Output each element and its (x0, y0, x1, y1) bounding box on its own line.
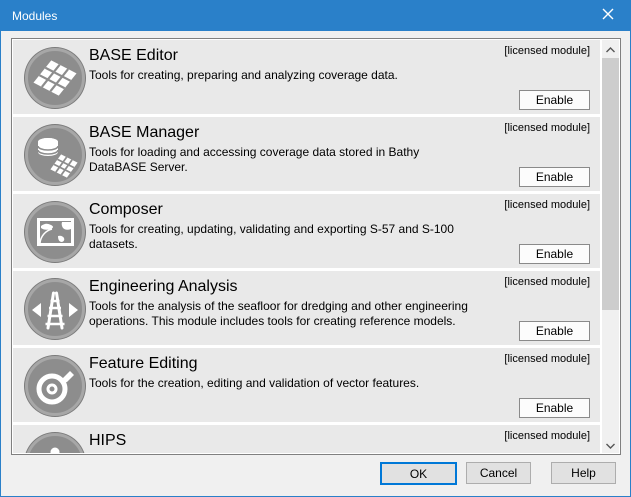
module-description: Tools for loading and accessing coverage… (89, 145, 590, 175)
titlebar: Modules (1, 1, 630, 31)
module-row[interactable]: Composer Tools for creating, updating, v… (13, 194, 600, 268)
base-manager-icon (25, 125, 85, 185)
module-description: Tools for creating, preparing and analyz… (89, 68, 590, 83)
composer-icon (25, 202, 85, 262)
chevron-up-icon (606, 40, 615, 58)
module-row[interactable]: Engineering Analysis Tools for the analy… (13, 271, 600, 345)
module-description: Tools for the analysis of the seafloor f… (89, 299, 590, 329)
module-row[interactable]: HIPS [licensed module] (13, 425, 600, 453)
enable-button[interactable]: Enable (519, 398, 590, 418)
enable-button[interactable]: Enable (519, 244, 590, 264)
help-button[interactable]: Help (551, 462, 616, 484)
vertical-scrollbar[interactable] (602, 40, 619, 453)
enable-button[interactable]: Enable (519, 167, 590, 187)
chevron-down-icon (606, 436, 615, 454)
ok-button[interactable]: OK (380, 462, 457, 485)
license-badge: [licensed module] (504, 353, 590, 365)
cancel-button[interactable]: Cancel (466, 462, 531, 484)
scroll-down-button[interactable] (602, 436, 619, 453)
license-badge: [licensed module] (504, 430, 590, 442)
enable-button[interactable]: Enable (519, 90, 590, 110)
hips-icon (25, 433, 85, 453)
module-list-box: BASE Editor Tools for creating, preparin… (11, 38, 621, 455)
scrollbar-track[interactable] (602, 57, 619, 436)
module-row[interactable]: BASE Manager Tools for loading and acces… (13, 117, 600, 191)
module-row[interactable]: BASE Editor Tools for creating, preparin… (13, 40, 600, 114)
feature-editing-icon (25, 356, 85, 416)
license-badge: [licensed module] (504, 45, 590, 57)
engineering-analysis-icon (25, 279, 85, 339)
license-badge: [licensed module] (504, 199, 590, 211)
license-badge: [licensed module] (504, 122, 590, 134)
scrollbar-thumb[interactable] (602, 58, 619, 310)
modules-dialog: Modules BASE Editor Tools for creating, … (0, 0, 631, 497)
module-row[interactable]: Feature Editing Tools for the creation, … (13, 348, 600, 422)
enable-button[interactable]: Enable (519, 321, 590, 341)
module-list: BASE Editor Tools for creating, preparin… (13, 40, 600, 453)
window-title: Modules (12, 9, 57, 23)
base-editor-icon (25, 48, 85, 108)
close-button[interactable] (585, 1, 630, 31)
scroll-up-button[interactable] (602, 40, 619, 57)
module-description: Tools for creating, updating, validating… (89, 222, 590, 252)
license-badge: [licensed module] (504, 276, 590, 288)
module-description: Tools for the creation, editing and vali… (89, 376, 590, 391)
close-icon (602, 7, 614, 25)
